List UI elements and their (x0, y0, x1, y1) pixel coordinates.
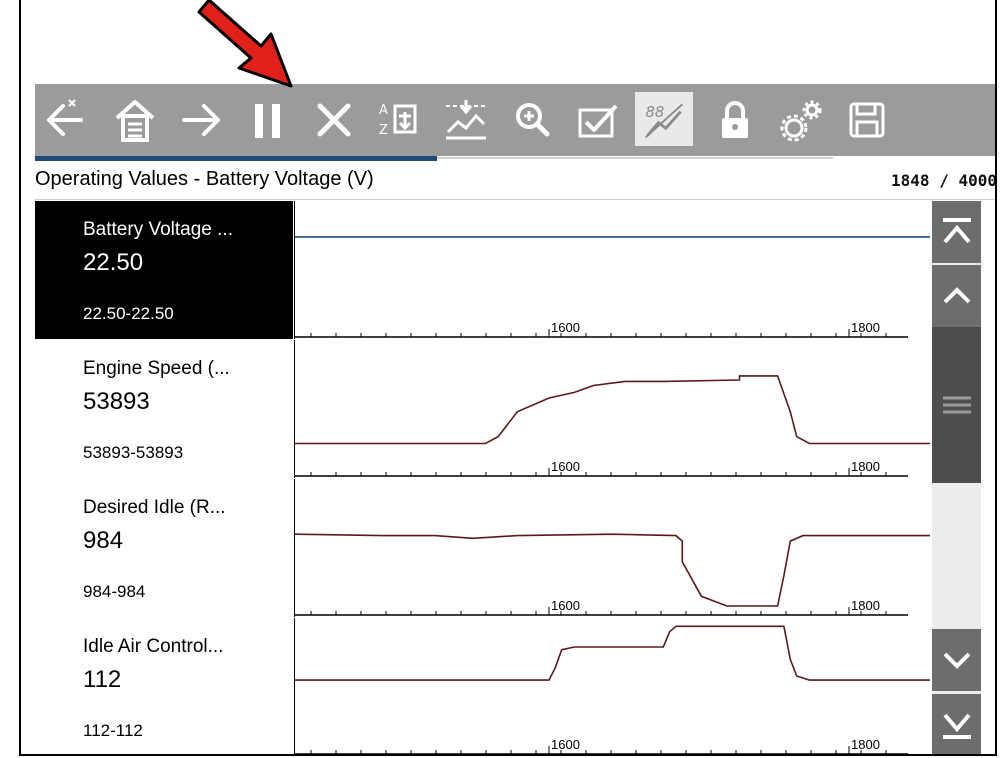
zoom-fit-graph-button[interactable] (434, 84, 498, 156)
scroll-to-bottom-icon (942, 713, 971, 739)
pid-info: Engine Speed (... 53893 53893-53893 (35, 340, 293, 478)
pid-trace-line (295, 533, 930, 607)
forward-icon (182, 104, 220, 136)
axis-tick-label: 1600 (551, 320, 580, 335)
pid-trace-chart: 1600 1800 (295, 625, 930, 754)
red-arrow-callout-icon (197, 0, 293, 88)
pid-range: 112-112 (83, 721, 143, 740)
pause-icon (255, 104, 280, 138)
pid-row[interactable]: Desired Idle (R... 984 984-984 1600 1800 (35, 479, 932, 617)
pid-name: Battery Voltage ... (83, 219, 233, 240)
home-button[interactable] (103, 84, 167, 156)
pid-graph[interactable]: 1600 1800 (294, 340, 932, 478)
clear-button[interactable] (302, 84, 366, 156)
axis-tick-label: 1600 (551, 737, 580, 752)
zoom-icon (516, 103, 550, 137)
pid-value: 112 (83, 666, 122, 693)
pid-trace-chart: 1600 1800 (295, 533, 930, 616)
app-window: AZ 88 Operating Values - Battery Voltage… (19, 0, 997, 756)
pid-row[interactable]: Battery Voltage ... 22.50 22.50-22.50 16… (35, 201, 932, 339)
axis-tick-label: 1800 (851, 598, 880, 613)
sort-icon: AZ (379, 103, 417, 138)
scroll-thumb[interactable] (932, 327, 981, 483)
pid-value: 984 (83, 527, 124, 554)
pid-value: 22.50 (83, 249, 144, 276)
close-icon (317, 103, 351, 137)
zoom-fit-graph-icon (446, 100, 486, 140)
page-title: Operating Values - Battery Voltage (V) (35, 168, 374, 190)
settings-gears-icon (780, 100, 822, 142)
axis-tick-label: 1600 (551, 598, 580, 613)
pause-button[interactable] (236, 84, 300, 156)
lock-button[interactable] (703, 84, 767, 156)
pid-graph[interactable]: 1600 1800 (294, 201, 932, 339)
save-icon (849, 102, 885, 138)
axis-tick-label: 1800 (851, 459, 880, 474)
pid-name: Idle Air Control... (83, 636, 224, 657)
lock-icon (722, 101, 748, 138)
progress-fill (35, 156, 437, 161)
pid-row[interactable]: Engine Speed (... 53893 53893-53893 1600… (35, 340, 932, 478)
scroll-thumb-grip-icon (942, 396, 971, 414)
pid-trace-chart: 1600 1800 (295, 375, 930, 477)
forward-button[interactable] (170, 84, 234, 156)
graph-view-icon: 88 (644, 103, 684, 139)
axis-tick-label: 1800 (851, 320, 880, 335)
pid-range: 984-984 (83, 582, 146, 601)
select-pids-button[interactable] (566, 84, 630, 156)
frame-counter: 1848 / 4000 (891, 171, 997, 190)
pid-list: Battery Voltage ... 22.50 22.50-22.50 16… (35, 201, 932, 754)
scroll-to-bottom-button[interactable] (932, 694, 981, 754)
back-icon (47, 99, 83, 136)
home-icon (115, 100, 155, 142)
pid-range: 22.50-22.50 (83, 304, 174, 323)
axis-tick-label: 1800 (851, 737, 880, 752)
zoom-button[interactable] (501, 84, 565, 156)
svg-text:A: A (379, 103, 388, 118)
pid-trace-chart: 1600 1800 (295, 236, 930, 338)
svg-text:Z: Z (379, 123, 388, 138)
pid-row[interactable]: Idle Air Control... 112 112-112 1600 1800 (35, 618, 932, 754)
sort-button[interactable]: AZ (367, 84, 431, 156)
axis-tick-label: 1600 (551, 459, 580, 474)
scroll-down-icon (943, 652, 970, 669)
save-button[interactable] (835, 84, 899, 156)
pid-trace-line (295, 375, 930, 445)
pid-graph[interactable]: 1600 1800 (294, 618, 932, 754)
vertical-scrollbar[interactable] (932, 201, 981, 754)
pid-info: Battery Voltage ... 22.50 22.50-22.50 (35, 201, 293, 339)
back-button[interactable] (35, 84, 99, 156)
graph-view-button[interactable]: 88 (635, 92, 693, 146)
pid-info: Idle Air Control... 112 112-112 (35, 618, 293, 754)
pid-graph[interactable]: 1600 1800 (294, 479, 932, 617)
scroll-up-button[interactable] (932, 265, 981, 327)
scroll-down-button[interactable] (932, 629, 981, 691)
checklist-icon (578, 104, 618, 138)
scroll-to-top-icon (942, 218, 971, 244)
pid-info: Desired Idle (R... 984 984-984 (35, 479, 293, 617)
scroll-to-top-button[interactable] (932, 201, 981, 263)
pid-range: 53893-53893 (83, 443, 184, 462)
toolbar: AZ 88 (35, 84, 995, 156)
settings-button[interactable] (770, 84, 834, 156)
pid-name: Engine Speed (... (83, 358, 230, 379)
scroll-up-icon (943, 287, 970, 304)
svg-text:88: 88 (646, 104, 665, 121)
pid-trace-line (295, 625, 930, 681)
header-divider (35, 199, 995, 200)
pid-name: Desired Idle (R... (83, 497, 226, 518)
pid-value: 53893 (83, 388, 150, 415)
